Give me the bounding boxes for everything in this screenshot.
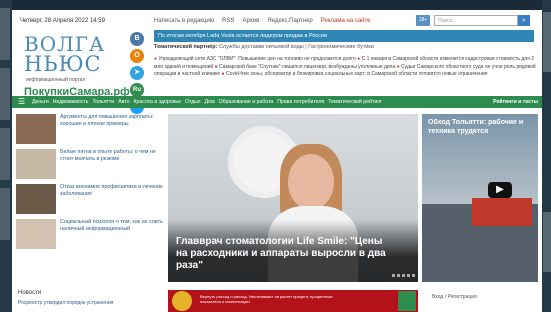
- login-link[interactable]: Вход / Регистрация: [432, 294, 477, 300]
- partner-line: Тематический партнёр: Службы доставки пи…: [154, 44, 374, 50]
- left-thumb: [0, 68, 10, 120]
- nav-item[interactable]: Недвижимость: [53, 96, 89, 108]
- ad-banner[interactable]: Вернуть расход и расход. Увеличивают ли …: [168, 290, 418, 312]
- nav-item[interactable]: Отдых: [185, 96, 201, 108]
- nav-items: Деньги Недвижимость Тольятти Авто Красот…: [32, 96, 382, 108]
- nav-item[interactable]: Дом: [205, 96, 215, 108]
- article-thumb[interactable]: [16, 184, 56, 214]
- vk-icon[interactable]: В: [130, 32, 144, 46]
- slider-dot[interactable]: [397, 274, 400, 277]
- link-write[interactable]: Написать в редакцию: [154, 18, 214, 24]
- article-thumb[interactable]: [16, 149, 56, 179]
- slider-dots[interactable]: [392, 274, 415, 277]
- ticker-item[interactable]: Упраздняющий сети АЗС "ОЛВИ": Повышение …: [158, 56, 355, 62]
- logo-line2: НЬЮС: [24, 52, 102, 76]
- magnifier-icon: ⌕: [522, 17, 526, 24]
- article-title[interactable]: Отказ анонимно профилактика и лечение за…: [60, 184, 164, 217]
- nav-item[interactable]: Образование и работа: [219, 96, 274, 108]
- search-button[interactable]: ⌕: [518, 15, 530, 26]
- link-yandex[interactable]: Яндекс.Партнер: [267, 18, 312, 24]
- list-item[interactable]: Отказ анонимно профилактика и лечение за…: [16, 184, 164, 217]
- slider-dot[interactable]: [402, 274, 405, 277]
- article-title[interactable]: Социальный психолог о том, как не слить …: [60, 219, 164, 252]
- video-block[interactable]: Обход Тольятти: рабочие и техника трудят…: [422, 114, 538, 282]
- search-input[interactable]: Поиск...: [434, 15, 518, 26]
- slider-dot[interactable]: [392, 274, 395, 277]
- partner-text[interactable]: Службы доставки питьевой воды | Гастроно…: [219, 44, 374, 50]
- article-list: Аргументы для повышения зарплаты: хороши…: [16, 114, 164, 254]
- ticker-item[interactable]: Covid-free зоны, обсерватор и блокировка…: [226, 71, 487, 77]
- nav-item[interactable]: Тематический рейтинг: [328, 96, 382, 108]
- top-bar: Четверг, 28 Апреля 2022 14:59 Написать в…: [12, 10, 542, 32]
- article-title[interactable]: Аргументы для повышения зарплаты: хороши…: [60, 114, 164, 147]
- nav-item[interactable]: Права потребителя: [277, 96, 324, 108]
- list-item[interactable]: Белые пятна в опыте работы: о чем не сто…: [16, 149, 164, 182]
- partner-label: Тематический партнёр:: [154, 44, 218, 50]
- news-ticker: ● Упраздняющий сети АЗС "ОЛВИ": Повышени…: [154, 56, 536, 77]
- hero-face: [288, 154, 334, 210]
- play-icon[interactable]: ▶: [488, 182, 512, 198]
- left-edge-strip: [0, 0, 12, 312]
- video-title[interactable]: Обход Тольятти: рабочие и техника трудят…: [428, 118, 532, 136]
- coin-icon: [172, 291, 192, 311]
- nav-right[interactable]: Рейтинги и тесты: [493, 96, 538, 108]
- ticker-item[interactable]: Самарский банк "Спутник" лишился лицензи…: [219, 64, 395, 70]
- main-nav: ☰ Деньги Недвижимость Тольятти Авто Крас…: [12, 96, 542, 108]
- news-first[interactable]: Росреестр утвердил порядок устранения: [18, 300, 113, 306]
- telegram-icon[interactable]: ➤: [130, 66, 144, 80]
- left-thumb: [0, 8, 10, 60]
- link-rss[interactable]: RSS: [222, 18, 234, 24]
- article-title[interactable]: Белые пятна в опыте работы: о чем не сто…: [60, 149, 164, 182]
- menu-icon[interactable]: ☰: [18, 96, 25, 108]
- nav-item[interactable]: Деньги: [32, 96, 49, 108]
- left-thumb: [0, 188, 10, 240]
- right-edge-strip: [542, 0, 551, 312]
- ok-icon[interactable]: О: [130, 49, 144, 63]
- news-heading: Новости: [18, 290, 42, 296]
- list-item[interactable]: Аргументы для повышения зарплаты: хороши…: [16, 114, 164, 147]
- video-truck: [472, 198, 532, 226]
- date-label: Четверг, 28 Апреля 2022 14:59: [20, 18, 105, 24]
- hero-title[interactable]: Главврач стоматологии Life Smile: "Цены …: [176, 236, 396, 272]
- logo-tagline: информационный портал: [26, 77, 86, 83]
- right-thumb: [543, 12, 551, 72]
- ru-icon[interactable]: Ru: [130, 83, 144, 97]
- link-archive[interactable]: Архив: [243, 18, 260, 24]
- right-thumb: [543, 212, 551, 272]
- article-thumb[interactable]: [16, 219, 56, 249]
- article-thumb[interactable]: [16, 114, 56, 144]
- nav-item[interactable]: Тольятти: [92, 96, 114, 108]
- link-ads[interactable]: Реклама на сайте: [321, 18, 371, 24]
- left-thumb: [0, 128, 10, 180]
- nav-item[interactable]: Авто: [118, 96, 129, 108]
- age-badge: 18+: [416, 15, 430, 26]
- top-headline-banner[interactable]: По итогам октября Lada Vesta остается ли…: [154, 30, 534, 42]
- slider-dot[interactable]: [412, 274, 415, 277]
- page-frame: Четверг, 28 Апреля 2022 14:59 Написать в…: [12, 10, 542, 312]
- banner-text: Вернуть расход и расход. Увеличивают ли …: [200, 294, 333, 304]
- slider-dot[interactable]: [407, 274, 410, 277]
- nav-item[interactable]: Красота и здоровье: [134, 96, 182, 108]
- hero-slider[interactable]: Главврач стоматологии Life Smile: "Цены …: [168, 114, 418, 282]
- top-links: Написать в редакцию RSS Архив Яндекс.Пар…: [154, 18, 371, 24]
- list-item[interactable]: Социальный психолог о том, как не слить …: [16, 219, 164, 252]
- banner-box: [398, 291, 416, 311]
